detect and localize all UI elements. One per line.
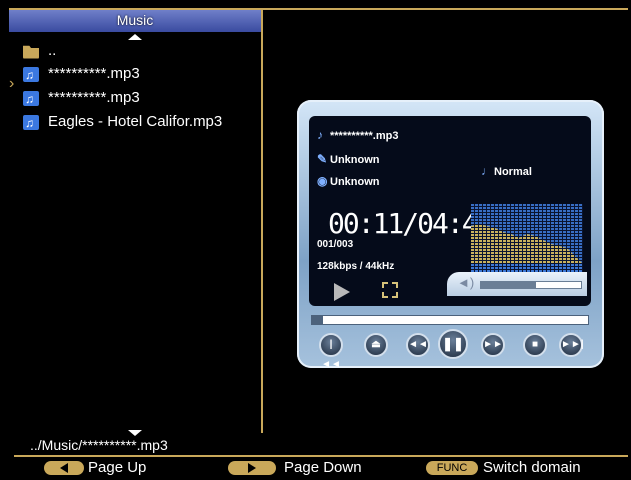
play-status-icon — [334, 283, 350, 301]
arrow-left-icon — [60, 463, 68, 474]
list-item-file[interactable]: **********.mp3 — [23, 88, 140, 109]
note-icon: ♪ — [317, 128, 323, 142]
list-item-label: **********.mp3 — [48, 65, 140, 82]
eq-mode: ♩Normal — [481, 164, 532, 178]
list-item-label: Eagles - Hotel Califor.mp3 — [48, 113, 223, 130]
album-info: ◉ Unknown — [317, 174, 380, 188]
pause-button[interactable]: ❚❚ — [438, 329, 468, 359]
list-item-label: .. — [48, 42, 57, 59]
list-item-file[interactable]: **********.mp3 — [23, 64, 140, 85]
scroll-down-icon[interactable] — [128, 430, 142, 436]
selection-cursor-icon: › — [9, 75, 15, 92]
eject-button[interactable]: ⏏ — [364, 333, 388, 357]
artist-info: ✎ Unknown — [317, 152, 380, 166]
time-display: 00:11/04:49 — [328, 207, 493, 240]
playback-progress-bar[interactable] — [311, 315, 589, 325]
current-path: ../Music/**********.mp3 — [30, 437, 168, 453]
speaker-icon: ◄) — [457, 275, 475, 290]
panel-title: Music — [9, 10, 261, 32]
next-track-button[interactable]: ►►| — [559, 333, 584, 357]
stop-button[interactable]: ■ — [523, 333, 547, 357]
volume-slider[interactable] — [480, 281, 582, 289]
spectrum-visualizer — [471, 204, 583, 276]
list-item-file[interactable]: Eagles - Hotel Califor.mp3 — [23, 112, 223, 133]
bitrate-info: 128kbps / 44kHz — [317, 261, 395, 272]
music-file-icon — [23, 113, 39, 133]
now-playing-file: ♪ **********.mp3 — [317, 128, 399, 142]
divider — [14, 455, 628, 457]
repeat-mode-icon — [382, 282, 398, 298]
arrow-right-icon — [248, 463, 256, 474]
microphone-icon: ✎ — [317, 152, 328, 166]
page-down-key[interactable] — [228, 461, 276, 475]
volume-panel: ◄) — [447, 272, 587, 296]
page-up-key[interactable] — [44, 461, 84, 475]
func-key[interactable]: FUNC — [426, 461, 478, 475]
tv-screen: Music › .. **********.mp3 **********.mp3… — [0, 0, 631, 480]
progress-fill — [312, 316, 324, 324]
file-list-panel: Music › .. **********.mp3 **********.mp3… — [9, 10, 263, 436]
switch-domain-label: Switch domain — [483, 459, 581, 476]
folder-icon — [23, 45, 39, 59]
previous-track-button[interactable]: |◄◄ — [319, 333, 343, 370]
page-up-label: Page Up — [88, 459, 147, 476]
scroll-up-icon[interactable] — [128, 34, 142, 40]
volume-fill — [481, 282, 536, 288]
list-item-parent-folder[interactable]: .. — [23, 41, 56, 61]
disc-icon: ◉ — [317, 174, 328, 188]
music-file-icon — [23, 89, 39, 109]
page-down-label: Page Down — [284, 459, 362, 476]
track-counter: 001/003 — [317, 239, 354, 250]
eq-note-icon: ♩ — [481, 164, 493, 178]
list-item-label: **********.mp3 — [48, 89, 140, 106]
music-player: ♪ **********.mp3 ✎ Unknown ◉ Unknown ♩Norma… — [297, 100, 604, 370]
fast-forward-button[interactable]: ►► — [481, 333, 505, 357]
music-file-icon — [23, 65, 39, 85]
rewind-button[interactable]: ◄◄ — [406, 333, 430, 357]
